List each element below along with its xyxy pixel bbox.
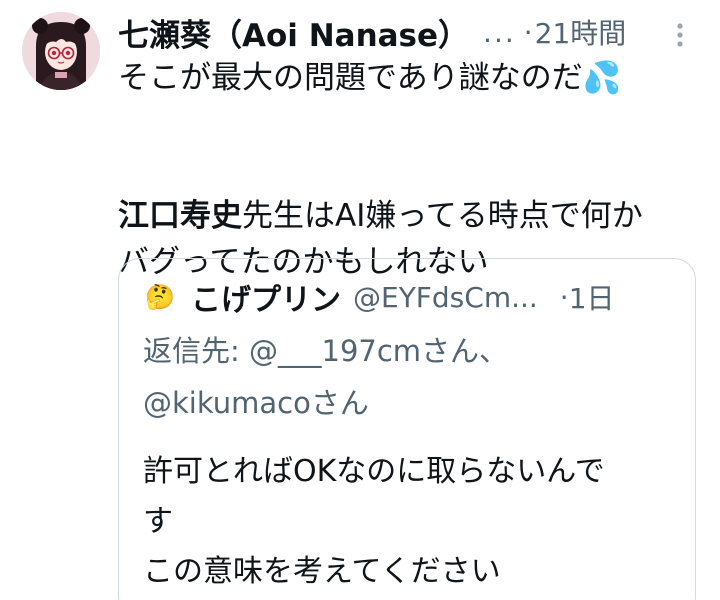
more-vertical-icon (677, 23, 683, 47)
reply-to-line-2[interactable]: @kikumacoさん (143, 377, 508, 429)
quoted-author-handle[interactable]: @EYFdsCm... (353, 281, 538, 314)
quoted-tweet-card[interactable]: 🤔 こげプリン @EYFdsCm... · 1日 返信先: @___197cmさ… (118, 258, 696, 600)
author-display-name[interactable]: 七瀬葵（Aoi Nanase） (118, 10, 469, 55)
reply-to-info: 返信先: @___197cmさん、 @kikumacoさん (143, 325, 508, 429)
author-handle[interactable]: ... (483, 16, 516, 49)
author-avatar[interactable] (22, 12, 100, 90)
quoted-separator-dot: · (559, 280, 569, 314)
sweat-droplets-emoji-icon: 💦 (582, 60, 622, 96)
quoted-author-display-name[interactable]: こげプリン (191, 275, 341, 319)
quoted-tweet-body: 許可とればOKなのに取らないんで す この意味を考えてください (143, 447, 683, 597)
thinking-face-icon: 🤔 (145, 283, 175, 311)
quoted-body-line-3: この意味を考えてください (143, 554, 501, 589)
separator-dot: · (523, 15, 533, 49)
tweet-body-text-1: そこが最大の問題であり謎なのだ (118, 60, 583, 96)
quoted-tweet-header: 🤔 こげプリン @EYFdsCm... · 1日 (143, 275, 683, 319)
tweet-body: そこが最大の問題であり謎なのだ💦 江口寿史先生はAI嫌ってる時点で何か バグって… (118, 55, 708, 285)
tweet-body-line-3: 江口寿史先生はAI嫌ってる時点で何か (118, 193, 708, 239)
quoted-body-line-1: 許可とればOKなのに取らないんで (143, 454, 605, 489)
quoted-tweet-timestamp[interactable]: 1日 (569, 277, 615, 317)
tweet-header: 七瀬葵（Aoi Nanase） ... · 21時間 (118, 8, 698, 56)
reply-to-line-1[interactable]: 返信先: @___197cmさん、 (143, 325, 508, 377)
mentioned-person-name: 江口寿史 (118, 198, 242, 234)
anime-girl-avatar-icon (22, 12, 100, 90)
tweet-body-text-3: 先生はAI嫌ってる時点で何か (242, 198, 643, 234)
tweet-body-line-1: そこが最大の問題であり謎なのだ💦 (118, 55, 708, 101)
quoted-body-line-2: す (143, 504, 173, 539)
tweet-timestamp[interactable]: 21時間 (535, 12, 627, 52)
quoted-author-avatar[interactable]: 🤔 (143, 280, 177, 314)
tweet[interactable]: 七瀬葵（Aoi Nanase） ... · 21時間 そこが最大の問題であり謎な… (0, 0, 720, 600)
more-options-button[interactable] (668, 18, 692, 52)
